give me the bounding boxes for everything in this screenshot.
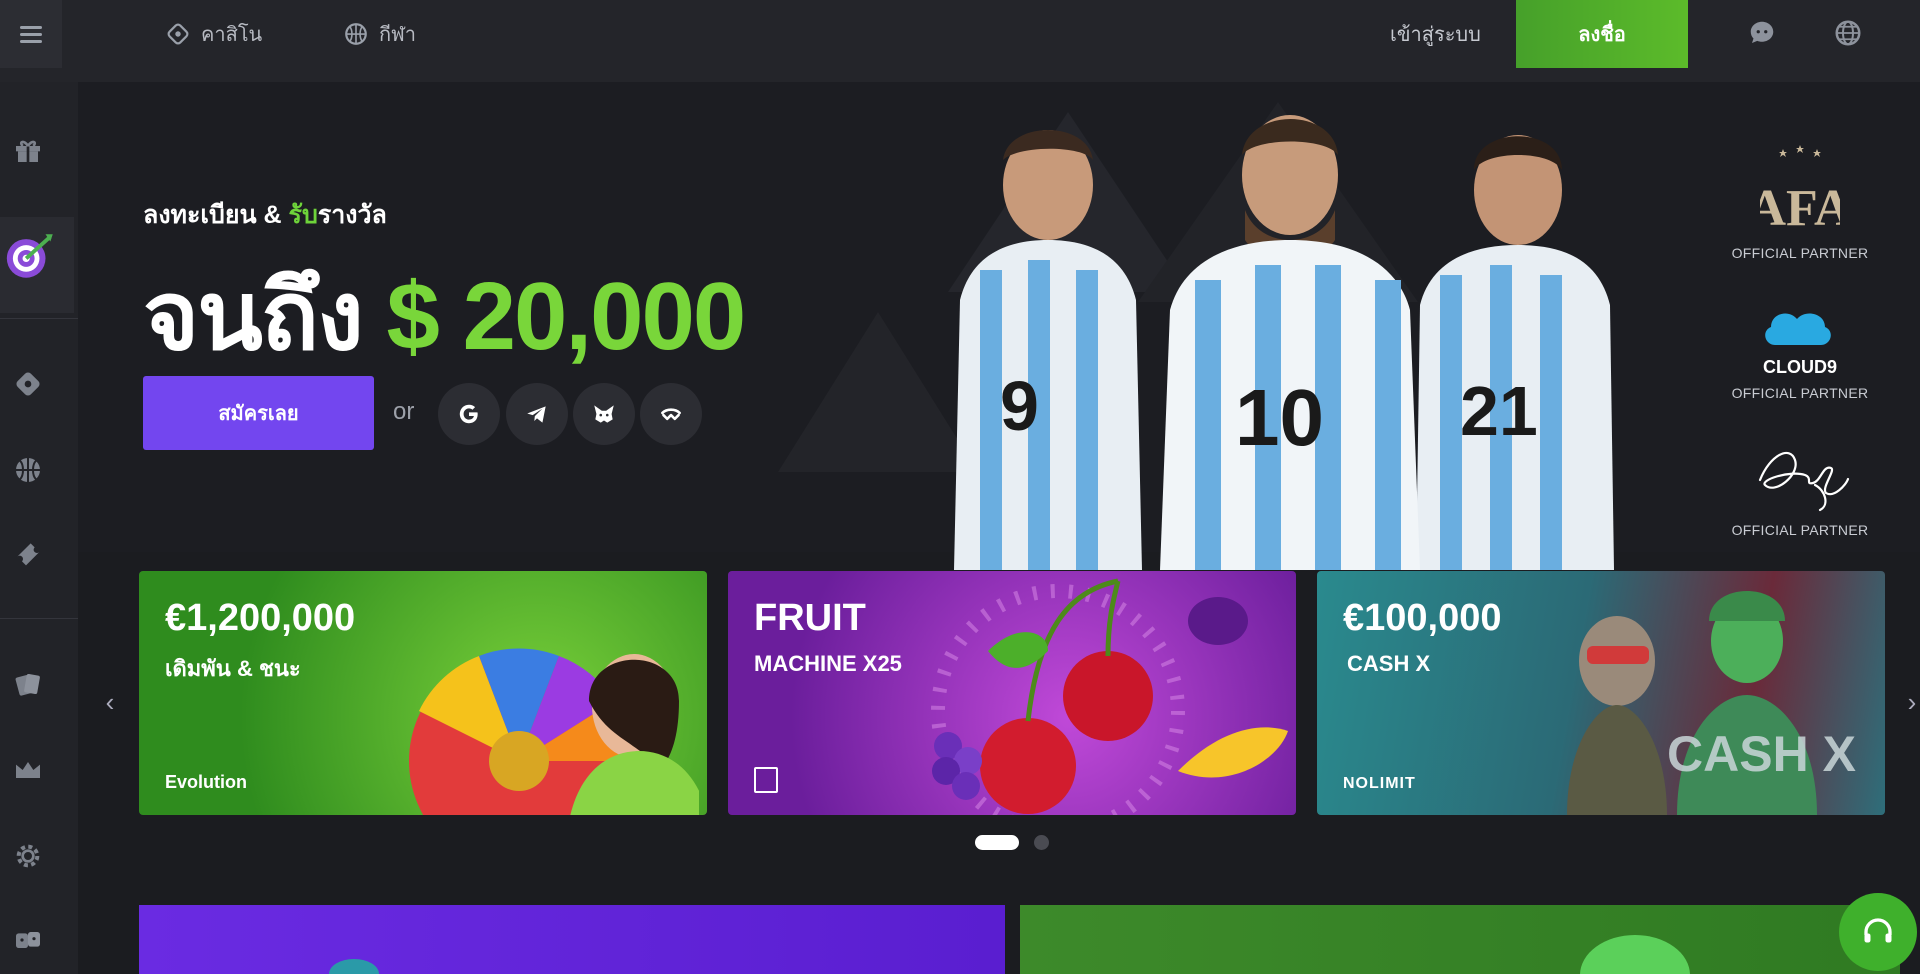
jersey-number: 10 bbox=[1235, 373, 1324, 462]
jersey-number: 9 bbox=[1000, 367, 1039, 445]
settings-gear-icon[interactable] bbox=[12, 840, 44, 872]
promo-card-cash-x[interactable]: CASH X €100,000 CASH X NOLIMIT bbox=[1317, 571, 1885, 815]
bottom-banner-green[interactable] bbox=[1020, 905, 1900, 974]
or-label: or bbox=[393, 398, 415, 425]
metamask-login-button[interactable] bbox=[573, 383, 635, 445]
chat-icon[interactable] bbox=[1747, 18, 1777, 48]
partner-label: OFFICIAL PARTNER bbox=[1731, 522, 1869, 538]
target-dart-icon[interactable] bbox=[2, 227, 60, 285]
player-right: 21 bbox=[1416, 135, 1614, 570]
telegram-icon bbox=[527, 406, 546, 423]
card-subtitle: MACHINE X25 bbox=[754, 651, 902, 676]
jersey-number: 21 bbox=[1460, 372, 1538, 450]
support-chat-button[interactable] bbox=[1839, 893, 1917, 971]
google-icon bbox=[459, 404, 478, 424]
casino-chip-icon[interactable] bbox=[12, 368, 44, 400]
metamask-icon bbox=[594, 405, 614, 423]
nav-sports-label: กีฬา bbox=[379, 24, 417, 46]
afa-logo-text: AFA bbox=[1760, 180, 1840, 237]
card-title: €1,200,000 bbox=[165, 597, 356, 639]
headset-icon bbox=[1864, 918, 1892, 943]
card-title: €100,000 bbox=[1343, 597, 1502, 639]
cloud9-logo-text: CLOUD9 bbox=[1763, 357, 1837, 377]
provider-logo-icon bbox=[754, 767, 778, 793]
hero-subtitle-prefix: ลงทะเบียน & bbox=[143, 201, 289, 229]
fruit-illustration bbox=[931, 578, 1288, 815]
sidebar bbox=[0, 82, 78, 974]
decorative-chip bbox=[329, 959, 379, 974]
gift-icon[interactable] bbox=[12, 134, 44, 166]
wheel-illustration bbox=[409, 648, 699, 815]
hero-subtitle: ลงทะเบียน & รับรางวัล bbox=[143, 195, 387, 235]
football-players-illustration: 9 21 10 bbox=[954, 115, 1614, 570]
hero-subtitle-suffix: รางวัล bbox=[317, 201, 387, 229]
casino-chip-icon bbox=[167, 23, 189, 45]
carousel-prev-arrow[interactable]: ‹ bbox=[90, 672, 130, 732]
partner-cloud9: CLOUD9 OFFICIAL PARTNER bbox=[1720, 295, 1880, 401]
cloud9-logo-icon: CLOUD9 bbox=[1763, 313, 1837, 377]
player-left: 9 bbox=[954, 130, 1142, 570]
cash-x-emblem: CASH X bbox=[1667, 726, 1856, 782]
hero-headline-prefix: จนถึง bbox=[143, 263, 387, 370]
partner-label: OFFICIAL PARTNER bbox=[1731, 245, 1869, 261]
promo-card-evolution[interactable]: €1,200,000 เดิมพัน & ชนะ Evolution bbox=[139, 571, 707, 815]
crown-icon[interactable] bbox=[12, 754, 44, 786]
sidebar-divider bbox=[0, 318, 78, 319]
partner-afa: AFA OFFICIAL PARTNER bbox=[1720, 145, 1880, 261]
ticket-icon[interactable] bbox=[12, 538, 44, 570]
hero-headline: จนถึง $ 20,000 bbox=[143, 240, 747, 392]
hamburger-icon bbox=[20, 32, 42, 36]
walletconnect-login-button[interactable] bbox=[640, 383, 702, 445]
afa-logo-icon: AFA bbox=[1748, 145, 1852, 237]
carousel-dot-active[interactable] bbox=[975, 835, 1019, 850]
register-now-button[interactable]: สมัครเลย bbox=[143, 376, 374, 450]
partner-label: OFFICIAL PARTNER bbox=[1731, 385, 1869, 401]
player-center: 10 bbox=[1160, 115, 1420, 570]
nav-casino-label: คาสิโน bbox=[201, 24, 263, 46]
card-subtitle: เดิมพัน & ชนะ bbox=[165, 656, 301, 681]
signup-button[interactable]: ลงชื่อ bbox=[1516, 0, 1688, 68]
basketball-icon bbox=[345, 23, 367, 45]
menu-button[interactable] bbox=[0, 0, 62, 68]
nav-casino[interactable]: คาสิโน bbox=[165, 18, 262, 50]
login-link[interactable]: เข้าสู่ระบบ bbox=[1390, 18, 1481, 50]
nav-sports[interactable]: กีฬา bbox=[343, 18, 416, 50]
hero-subtitle-highlight: รับ bbox=[288, 201, 318, 229]
card-brand: Evolution bbox=[165, 772, 247, 792]
bottom-banner-purple[interactable] bbox=[139, 905, 1005, 974]
top-bar: คาสิโน กีฬา เข้าสู่ระบบ ลงชื่อ bbox=[0, 0, 1920, 82]
basketball-icon[interactable] bbox=[12, 454, 44, 486]
carousel-next-arrow[interactable]: › bbox=[1892, 672, 1920, 732]
card-title: FRUIT bbox=[754, 597, 866, 639]
card-subtitle: CASH X bbox=[1347, 651, 1431, 676]
card-brand: NOLIMIT bbox=[1343, 775, 1416, 792]
walletconnect-icon bbox=[661, 408, 681, 421]
signature-logo-icon bbox=[1758, 451, 1850, 512]
decorative-ball bbox=[1580, 935, 1690, 974]
partner-dybala: OFFICIAL PARTNER bbox=[1720, 435, 1880, 538]
google-login-button[interactable] bbox=[438, 383, 500, 445]
sidebar-divider bbox=[0, 618, 78, 619]
telegram-login-button[interactable] bbox=[506, 383, 568, 445]
carousel-dot[interactable] bbox=[1034, 835, 1049, 850]
dice-icon[interactable] bbox=[12, 924, 44, 956]
zombies-illustration: CASH X bbox=[1567, 591, 1856, 815]
hero-headline-amount: $ 20,000 bbox=[386, 263, 747, 370]
globe-icon[interactable] bbox=[1833, 18, 1863, 48]
promo-card-fruit-machine[interactable]: FRUIT MACHINE X25 bbox=[728, 571, 1296, 815]
cards-icon[interactable] bbox=[12, 668, 44, 700]
